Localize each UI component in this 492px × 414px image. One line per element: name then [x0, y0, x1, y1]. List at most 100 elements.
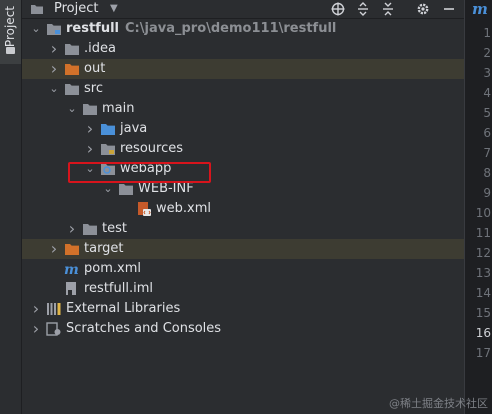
line-number: 3	[483, 66, 491, 80]
chevron-down-icon[interactable]: ⌄	[102, 179, 114, 199]
project-tool-icon	[6, 47, 15, 54]
chevron-right-icon[interactable]: ›	[66, 219, 78, 239]
maven-logo-icon: m	[472, 0, 488, 18]
line-number: 15	[475, 306, 491, 320]
crosshair-icon	[331, 2, 345, 16]
tree-row-idea[interactable]: › .idea	[22, 39, 464, 59]
maven-icon: m	[64, 262, 80, 278]
tree-row-restfull[interactable]: ⌄ restfull C:\java_pro\demo111\restfull	[22, 19, 464, 39]
tree-item-label: main	[102, 101, 135, 116]
libraries-icon	[46, 302, 62, 316]
line-number: 2	[483, 46, 491, 60]
tree-row-test[interactable]: › test	[22, 219, 464, 239]
module-folder-icon	[46, 22, 62, 36]
line-number: 12	[475, 246, 491, 260]
folder-icon	[82, 102, 98, 116]
iml-file-icon	[64, 282, 80, 296]
line-number: 7	[483, 146, 491, 160]
view-title[interactable]: Project	[54, 0, 98, 17]
tree-item-label: restfull.iml	[84, 281, 153, 296]
tree-row-java[interactable]: › java	[22, 119, 464, 139]
project-tree: ⌄ restfull C:\java_pro\demo111\restfull › .i…	[22, 19, 464, 414]
watermark: @稀土掘金技术社区	[389, 397, 488, 410]
tree-row-web-inf[interactable]: ⌄ WEB-INF	[22, 179, 464, 199]
tree-item-label: .idea	[84, 41, 116, 56]
chevron-right-icon[interactable]: ›	[48, 239, 60, 259]
line-number: 4	[483, 86, 491, 100]
tree-item-label: webapp	[120, 161, 172, 176]
project-header: Project ▼	[22, 0, 464, 19]
tree-row-out[interactable]: › out	[22, 59, 464, 79]
chevron-right-icon[interactable]: ›	[30, 319, 42, 339]
folder-icon	[64, 42, 80, 56]
source-folder-icon	[100, 122, 116, 136]
tree-item-label: out	[84, 61, 106, 76]
svg-text:m: m	[64, 262, 79, 276]
xml-file-icon	[136, 202, 152, 216]
gear-icon	[417, 3, 429, 15]
folder-icon	[31, 5, 43, 14]
tool-window-strip: Project	[0, 0, 22, 414]
line-number: 10	[475, 206, 491, 220]
chevron-down-icon[interactable]: ⌄	[84, 159, 96, 179]
line-number: 5	[483, 106, 491, 120]
chevron-right-icon[interactable]: ›	[84, 119, 96, 139]
chevron-down-icon[interactable]: ⌄	[30, 19, 42, 39]
minimize-icon	[444, 8, 454, 10]
line-number: 9	[483, 186, 491, 200]
chevron-down-icon[interactable]: ⌄	[66, 99, 78, 119]
folder-icon	[118, 182, 134, 196]
project-tool-tab[interactable]: Project	[0, 0, 21, 64]
tree-item-label: target	[84, 241, 124, 256]
tree-row-webapp[interactable]: ⌄ webapp	[22, 159, 464, 179]
chevron-right-icon[interactable]: ›	[48, 39, 60, 59]
resources-folder-icon	[100, 142, 116, 156]
tree-item-label: Scratches and Consoles	[66, 321, 222, 336]
tree-row-pom-xml[interactable]: m pom.xml	[22, 259, 464, 279]
line-number: 14	[475, 286, 491, 300]
hide-button[interactable]	[440, 0, 458, 18]
editor-gutter: m 1 2 3 4 5 6 7 8 9 10 11 12 13 14 15 16 17	[464, 0, 492, 414]
tree-item-label: External Libraries	[66, 301, 181, 316]
chevron-down-icon[interactable]: ⌄	[48, 79, 60, 99]
tree-item-label: test	[102, 221, 127, 236]
scratches-icon	[46, 322, 62, 336]
excluded-folder-icon	[64, 242, 80, 256]
expand-all-icon	[358, 2, 368, 16]
tree-row-src[interactable]: ⌄ src	[22, 79, 464, 99]
tree-item-label: restfull C:\java_pro\demo111\restfull	[66, 21, 337, 36]
line-number: 16	[475, 326, 491, 340]
tree-row-main[interactable]: ⌄ main	[22, 99, 464, 119]
chevron-right-icon[interactable]: ›	[30, 299, 42, 319]
chevron-right-icon[interactable]: ›	[48, 59, 60, 79]
tree-row-web-xml[interactable]: web.xml	[22, 199, 464, 219]
tree-item-label: pom.xml	[84, 261, 141, 276]
options-button[interactable]	[414, 0, 432, 18]
excluded-folder-icon	[64, 62, 80, 76]
expand-all-button[interactable]	[354, 0, 372, 18]
line-number: 6	[483, 126, 491, 140]
tree-row-external-libraries[interactable]: › External Libraries	[22, 299, 464, 319]
tree-row-scratches-and-consoles[interactable]: › Scratches and Consoles	[22, 319, 464, 339]
module-path: C:\java_pro\demo111\restfull	[125, 21, 337, 36]
chevron-right-icon[interactable]: ›	[84, 139, 96, 159]
folder-icon	[64, 82, 80, 96]
line-number: 8	[483, 166, 491, 180]
line-number: 1	[483, 26, 491, 40]
tree-row-restfull-iml[interactable]: restfull.iml	[22, 279, 464, 299]
tree-item-label: src	[84, 81, 103, 96]
web-folder-icon	[100, 162, 116, 176]
locate-file-button[interactable]	[329, 0, 347, 18]
view-dropdown-icon[interactable]: ▼	[110, 0, 118, 17]
collapse-all-icon	[383, 2, 393, 16]
tree-row-resources[interactable]: › resources	[22, 139, 464, 159]
tree-row-target[interactable]: › target	[22, 239, 464, 259]
line-number: 17	[475, 346, 491, 360]
collapse-all-button[interactable]	[379, 0, 397, 18]
tree-item-label: web.xml	[156, 201, 211, 216]
tree-item-label: resources	[120, 141, 184, 156]
project-tool-tab-label: Project	[3, 6, 17, 48]
tree-item-label: java	[120, 121, 148, 136]
folder-icon	[82, 222, 98, 236]
tree-item-label: WEB-INF	[138, 181, 194, 196]
